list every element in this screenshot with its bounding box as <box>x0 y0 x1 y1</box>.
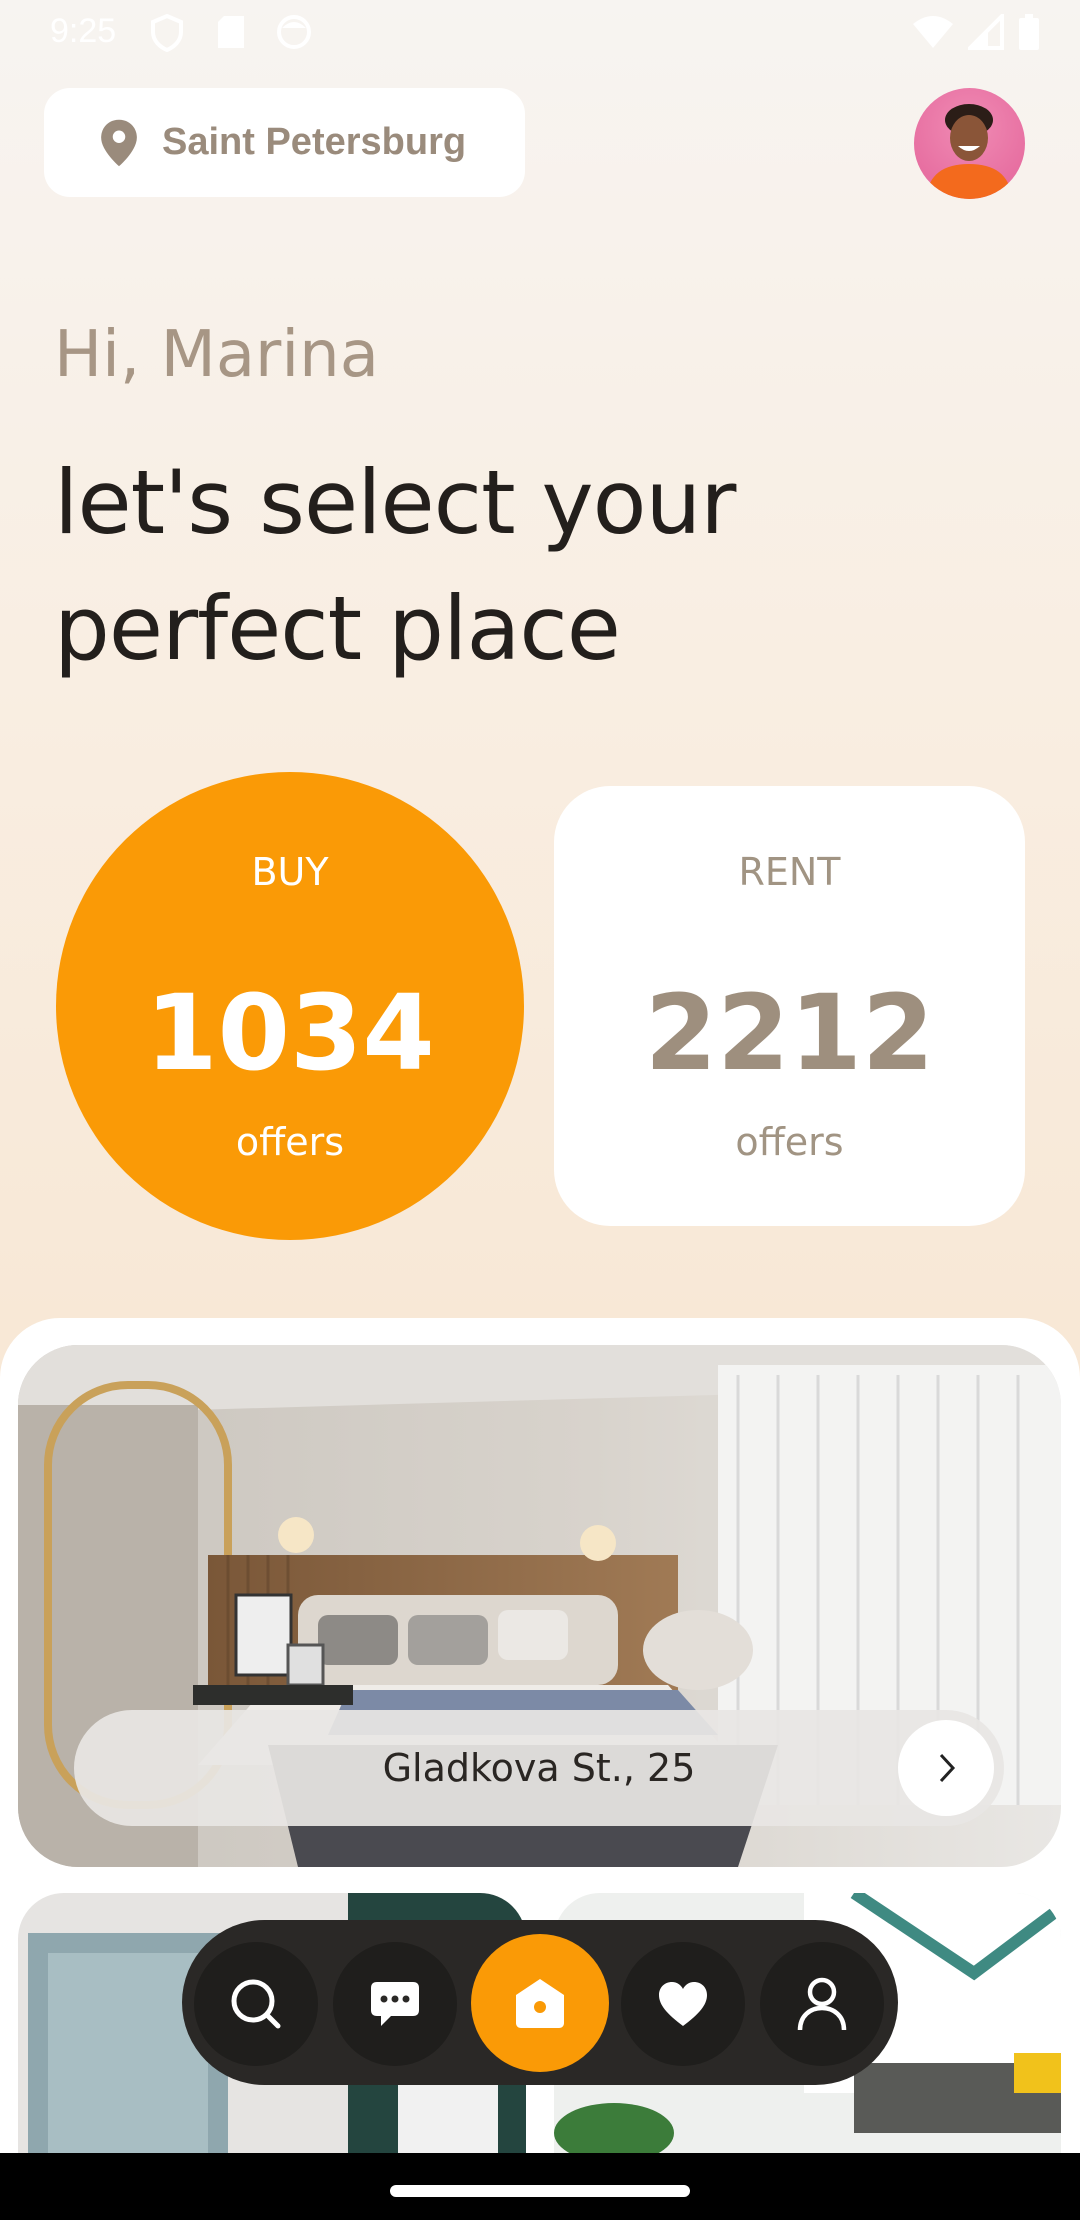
buy-count: 1034 <box>145 972 435 1094</box>
user-avatar-image <box>926 104 1012 199</box>
status-bar: 9:25 <box>0 0 1080 66</box>
open-listing-button[interactable] <box>898 1720 994 1816</box>
signal-icon <box>965 11 1004 59</box>
buy-unit: offers <box>235 1120 345 1164</box>
nav-home-button[interactable] <box>471 1934 609 2072</box>
listing-address-bar[interactable]: Gladkova St., 25 <box>74 1710 1004 1826</box>
heart-icon <box>659 1982 707 2026</box>
location-label: Saint Petersburg <box>162 121 467 163</box>
greeting: Hi, Marina <box>54 318 379 392</box>
battery-icon <box>1018 14 1040 59</box>
search-icon <box>231 1979 281 2029</box>
chat-icon <box>371 1982 419 2026</box>
map-pin-icon <box>101 119 137 166</box>
buy-offers-card[interactable]: BUY 1034 offers <box>56 772 524 1240</box>
home-icon <box>516 1979 564 2028</box>
buy-label: BUY <box>251 850 329 894</box>
rent-unit: offers <box>735 1120 844 1164</box>
listing-address: Gladkova St., 25 <box>382 1746 696 1790</box>
page-title: let's select your perfect place <box>54 451 736 680</box>
rent-label: RENT <box>738 850 841 894</box>
rent-count: 2212 <box>644 972 935 1094</box>
nav-profile-button[interactable] <box>760 1942 884 2066</box>
sd-card-icon <box>216 14 246 59</box>
shield-icon <box>150 13 184 61</box>
avatar[interactable] <box>914 88 1025 199</box>
nav-chat-button[interactable] <box>333 1942 457 2066</box>
bottom-nav <box>182 1920 898 2085</box>
wifi-icon <box>912 14 954 59</box>
nav-search-button[interactable] <box>194 1942 318 2066</box>
location-selector[interactable]: Saint Petersburg <box>44 88 525 197</box>
profile-icon <box>797 1977 847 2031</box>
system-nav-bar <box>0 2153 1080 2220</box>
home-gesture-handle[interactable] <box>390 2185 690 2197</box>
rent-offers-card[interactable]: RENT 2212 offers <box>554 786 1025 1226</box>
nav-favorites-button[interactable] <box>621 1942 745 2066</box>
chevron-right-icon <box>939 1753 956 1783</box>
featured-listing-card[interactable]: Gladkova St., 25 <box>18 1345 1061 1867</box>
face-icon <box>276 14 312 59</box>
status-time: 9:25 <box>50 12 117 50</box>
